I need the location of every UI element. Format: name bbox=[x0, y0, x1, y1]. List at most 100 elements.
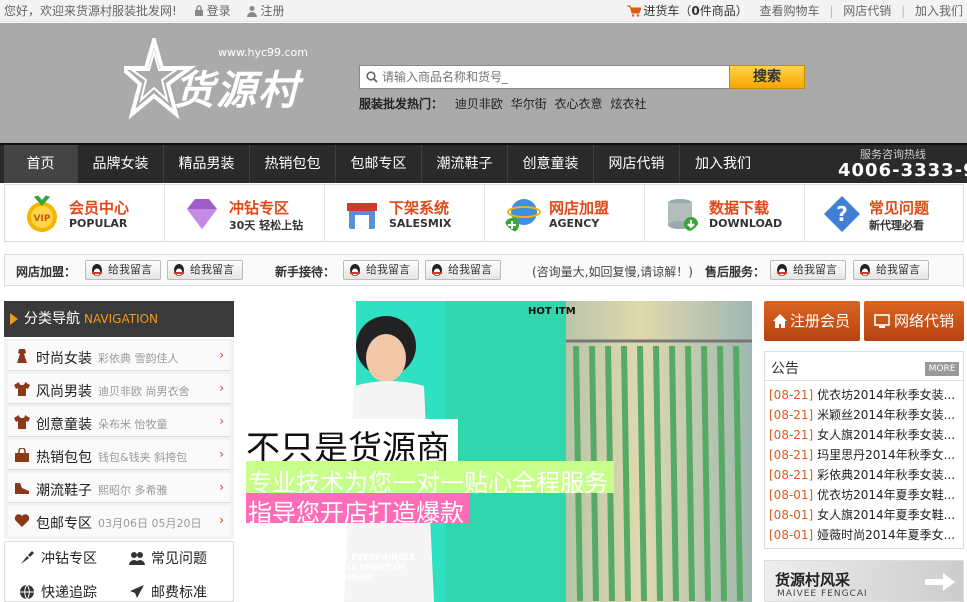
nav-agent[interactable]: 网店代销 bbox=[594, 145, 680, 183]
category-women[interactable]: 时尚女装 彩依典 雪韵佳人 › bbox=[8, 341, 230, 371]
category-free-shipping[interactable]: 包邮专区 03月06日 05月20日 › bbox=[8, 506, 230, 536]
qq-message-button[interactable]: 给我留言 bbox=[85, 260, 161, 280]
feature-sub: POPULAR bbox=[69, 217, 128, 230]
svg-text:?: ? bbox=[836, 202, 848, 226]
showcase-banner[interactable]: 货源村风采 MAIVEE FENGCAI bbox=[764, 560, 964, 602]
nav-home[interactable]: 首页 bbox=[4, 145, 78, 183]
feature-sub: SALESMIX bbox=[389, 217, 452, 230]
quick-diamond-zone[interactable]: 冲钻专区 bbox=[19, 548, 97, 568]
category-men[interactable]: 风尚男装 迪贝非欧 尚男衣舍 › bbox=[8, 374, 230, 404]
quick-faq[interactable]: 常见问题 bbox=[129, 548, 207, 568]
hot-link[interactable]: 迪贝非欧 bbox=[455, 97, 503, 111]
feature-title: 网店加盟 bbox=[549, 199, 610, 217]
shop-agent-link[interactable]: 网店代销 bbox=[843, 4, 891, 18]
hero-banner[interactable]: HOT ITM 不只是货源商 专业技术为您一对一贴心全程服务 指导您开店打造爆款… bbox=[246, 301, 752, 602]
notice-item[interactable]: [08-01] 女人旗2014年夏季女鞋... bbox=[769, 506, 961, 523]
view-cart-link[interactable]: 查看购物车 bbox=[760, 4, 820, 18]
hot-link[interactable]: 炫衣社 bbox=[610, 97, 646, 111]
notice-item[interactable]: [08-21] 优衣坊2014年秋季女装... bbox=[769, 386, 961, 403]
svg-text:VIP: VIP bbox=[34, 214, 51, 224]
qq-message-button[interactable]: 给我留言 bbox=[770, 260, 846, 280]
lock-icon bbox=[194, 5, 203, 16]
heart-icon bbox=[14, 514, 30, 527]
showcase-title: 货源村风采 bbox=[775, 571, 851, 589]
nav-kids[interactable]: 创意童装 bbox=[508, 145, 594, 183]
notice-item[interactable]: [08-01] 优衣坊2014年夏季女鞋... bbox=[769, 486, 961, 503]
plane-icon bbox=[130, 585, 144, 598]
register-link[interactable]: 注册 bbox=[246, 4, 285, 18]
qq-message-button[interactable]: 给我留言 bbox=[167, 260, 243, 280]
category-shoes[interactable]: 潮流鞋子 熙昭尔 多希雅 › bbox=[8, 473, 230, 503]
cart-link[interactable]: 进货车（0件商品） bbox=[627, 4, 748, 18]
site-logo[interactable]: www.hyc99.com 货源村 bbox=[116, 32, 334, 122]
hot-link[interactable]: 华尔街 bbox=[511, 97, 547, 111]
nav-join[interactable]: 加入我们 bbox=[680, 145, 766, 183]
web-globe-icon bbox=[505, 199, 541, 232]
notice-item[interactable]: [08-21] 女人旗2014年秋季女装... bbox=[769, 426, 961, 443]
nav-bags[interactable]: 热销包包 bbox=[250, 145, 336, 183]
banner-bg-mid bbox=[446, 301, 566, 602]
notice-item[interactable]: [08-21] 彩依典2014年秋季女装... bbox=[769, 466, 961, 483]
quick-tracking[interactable]: 快递追踪 bbox=[19, 582, 97, 602]
user-icon bbox=[247, 6, 258, 17]
hangers-icon bbox=[566, 339, 752, 602]
notice-item[interactable]: [08-01] 娅薇时尚2014年夏季女... bbox=[769, 526, 961, 543]
notice-panel: 公告 MORE [08-21] 优衣坊2014年秋季女装... [08-21] … bbox=[764, 351, 964, 549]
nav-men[interactable]: 精品男装 bbox=[164, 145, 250, 183]
banner-subline-1: 专业技术为您一对一贴心全程服务 bbox=[246, 461, 614, 497]
feature-title: 下架系统 bbox=[389, 199, 450, 217]
join-us-link[interactable]: 加入我们 bbox=[915, 4, 963, 18]
monitor-icon bbox=[874, 314, 890, 328]
diamond-icon bbox=[187, 199, 217, 229]
notice-more-button[interactable]: MORE bbox=[925, 362, 959, 376]
chevron-right-icon: › bbox=[219, 348, 224, 362]
chevron-right-icon: › bbox=[219, 381, 224, 395]
nav-women[interactable]: 品牌女装 bbox=[78, 145, 164, 183]
feature-member-center[interactable]: VIP 会员中心 POPULAR bbox=[5, 185, 165, 241]
feature-data-download[interactable]: 数据下载 DOWNLOAD bbox=[645, 185, 805, 241]
feature-bar: VIP 会员中心 POPULAR 冲钻专区 30天 轻松上钻 下架系统 SALE… bbox=[4, 184, 964, 242]
nav-shoes[interactable]: 潮流鞋子 bbox=[422, 145, 508, 183]
notice-item[interactable]: [08-21] 玛里思丹2014年秋季女... bbox=[769, 446, 961, 463]
qq-message-button[interactable]: 给我留言 bbox=[853, 260, 929, 280]
qq-penguin-icon bbox=[777, 264, 787, 276]
register-member-button[interactable]: 注册会员 bbox=[764, 301, 860, 341]
top-bar: 您好，欢迎来货源村服装批发网! 登录 注册 进货车（0件商品） 查看购物车 | … bbox=[0, 0, 967, 22]
qq-penguin-icon bbox=[174, 264, 184, 276]
search-box bbox=[359, 65, 730, 89]
feature-delist-system[interactable]: 下架系统 SALESMIX bbox=[325, 185, 485, 241]
shirt-icon bbox=[14, 382, 30, 396]
chevron-right-icon: › bbox=[219, 447, 224, 461]
chevron-right-icon: › bbox=[219, 480, 224, 494]
feature-title: 常见问题 bbox=[869, 199, 930, 217]
feature-sub: AGENCY bbox=[549, 217, 600, 230]
after-sales-label: 售后服务： bbox=[705, 265, 766, 279]
cart-icon bbox=[627, 5, 642, 17]
chevron-right-icon: › bbox=[219, 414, 224, 428]
feature-sub: DOWNLOAD bbox=[709, 217, 783, 230]
online-agent-button[interactable]: 网络代销 bbox=[864, 301, 964, 341]
feature-title: 数据下载 bbox=[709, 199, 770, 217]
question-icon: ? bbox=[824, 196, 860, 232]
login-link[interactable]: 登录 bbox=[193, 4, 231, 18]
search-button[interactable]: 搜索 bbox=[729, 65, 805, 89]
contact-bar: 网店加盟： 给我留言 给我留言 新手接待： 给我留言 给我留言 (咨询量大,如回… bbox=[4, 254, 964, 286]
nav-free-shipping[interactable]: 包邮专区 bbox=[336, 145, 422, 183]
arrow-right-icon bbox=[925, 573, 955, 591]
bag-icon bbox=[15, 448, 29, 462]
hot-link[interactable]: 衣心衣意 bbox=[555, 97, 603, 111]
notice-title: 公告 bbox=[771, 361, 799, 377]
qq-message-button[interactable]: 给我留言 bbox=[425, 260, 501, 280]
search-input[interactable] bbox=[382, 66, 722, 88]
feature-shop-join[interactable]: 网店加盟 AGENCY bbox=[485, 185, 645, 241]
quick-postage[interactable]: 邮费标准 bbox=[129, 582, 207, 602]
hotline-number: 4006-3333-94 bbox=[838, 160, 967, 181]
qq-message-button[interactable]: 给我留言 bbox=[343, 260, 419, 280]
feature-faq[interactable]: ? 常见问题 新代理必看 bbox=[805, 185, 965, 241]
category-bags[interactable]: 热销包包 钱包&钱夹 斜挎包 › bbox=[8, 440, 230, 470]
home-icon bbox=[773, 314, 787, 328]
category-kids[interactable]: 创意童装 朵布米 怡牧童 › bbox=[8, 407, 230, 437]
shop-join-label: 网店加盟： bbox=[16, 265, 77, 279]
feature-diamond-zone[interactable]: 冲钻专区 30天 轻松上钻 bbox=[165, 185, 325, 241]
notice-item[interactable]: [08-21] 米颖丝2014年秋季女装... bbox=[769, 406, 961, 423]
